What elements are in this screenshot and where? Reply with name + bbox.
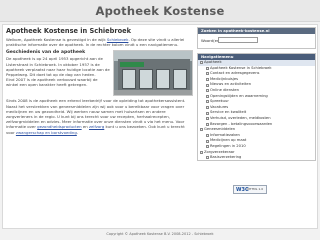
nav-item[interactable]: Basisverzekering — [198, 155, 315, 161]
search-box: Zoeken in apotheek-kostense.nl Woord(en)… — [197, 27, 316, 49]
page-icon — [205, 117, 209, 121]
search-row: Woord(en): — [198, 34, 315, 46]
page-icon — [205, 66, 209, 70]
page: Apotheek Kostense Apotheek Kostense in S… — [0, 0, 320, 240]
site-header: Apotheek Kostense — [0, 0, 320, 22]
nav-item-label: Medicijnen op maat — [210, 138, 247, 143]
page-icon — [205, 83, 209, 87]
page-icon — [205, 89, 209, 93]
page-icon — [205, 72, 209, 76]
pharmacy-photo — [113, 50, 193, 97]
page-title: Apotheek Kostense in Schiebroek — [6, 27, 131, 35]
nav-item-label: Medicijnbuisjes — [210, 76, 239, 81]
nav-item-label: Contact en adresgegevens — [210, 71, 260, 76]
page-icon — [205, 106, 209, 110]
zwangerschap-link[interactable]: zwangerschap en borstvoeding — [16, 130, 77, 135]
page-icon — [205, 100, 209, 104]
page-icon — [205, 94, 209, 98]
page-icon — [205, 139, 209, 143]
nav-item-label: Service en kwaliteit — [210, 110, 247, 115]
page-icon — [205, 145, 209, 149]
body-section: Sinds 2008 is de apotheek een erkend lee… — [6, 96, 193, 134]
footer: Copyright © Apotheek Kostense B.V. 2008-… — [106, 232, 214, 236]
nav-item-label: Geneesmiddelen — [204, 127, 236, 132]
history-section: Geschiedenis van de apotheek De apotheek… — [6, 47, 110, 87]
nav-item-label: Online diensten — [210, 87, 240, 92]
zelfzorg-link[interactable]: zelfzorg — [89, 124, 104, 129]
search-label: Woord(en): — [201, 37, 223, 43]
badge-label: XHTML 1.0 — [247, 187, 264, 191]
nav-item-label: Spreekuur — [210, 99, 229, 104]
navigation-menu: Navigatiemenu Apotheek Apotheek Kostense … — [197, 53, 316, 161]
nav-item-label: Apotheek — [204, 60, 222, 64]
main-column: Apotheek Kostense in Schiebroek Welkom, … — [6, 27, 193, 227]
nav-list: Apotheek Apotheek Kostense in Schiebroek C… — [198, 60, 315, 161]
history-text-2: Eind 2007 is de apotheek verbouwd waarbi… — [6, 77, 98, 88]
nav-item-label: Bezorgen - betalingsvoorwaarden — [210, 121, 273, 126]
sidebar: Zoeken in apotheek-kostense.nl Woord(en)… — [197, 27, 316, 227]
nav-item-label: Apotheek Kostense in Schiebroek — [210, 65, 272, 70]
nav-item-label: Basisverzekering — [210, 155, 242, 160]
expand-toggle-icon — [199, 128, 203, 132]
nav-item-label: Vacatures — [210, 104, 229, 109]
nav-item-label: Nieuws en activiteiten — [210, 82, 252, 87]
nav-item-label: Verhuisd, overleden, meldkosten — [210, 115, 271, 120]
page-icon — [205, 78, 209, 82]
w3c-validation-badge[interactable]: W3C XHTML 1.0 — [233, 185, 267, 194]
nav-item-label: Informatiezaken — [210, 132, 240, 137]
site-title[interactable]: Apotheek Kostense — [0, 4, 320, 18]
content-area: Apotheek Kostense in Schiebroek Welkom, … — [2, 24, 318, 229]
nav-item-label: Openingstijden en waarneming — [210, 93, 268, 98]
history-text: De apotheek is op 24 april 1953 opgerich… — [6, 56, 110, 78]
expand-toggle-icon — [199, 150, 203, 154]
nav-item-label: Zorgverzekeraar — [204, 149, 235, 154]
history-heading: Geschiedenis van de apotheek — [6, 50, 86, 56]
page-icon — [205, 122, 209, 126]
search-input[interactable] — [218, 37, 258, 43]
body-text: Sinds 2008 is de apotheek een erkend lee… — [6, 98, 186, 135]
nav-item-label: Regelingen in 2010 — [210, 143, 246, 148]
page-icon — [205, 156, 209, 160]
intro-text: Welkom, Apotheek Kostense is gevestigd i… — [6, 37, 185, 48]
page-icon — [205, 134, 209, 138]
page-icon — [205, 111, 209, 115]
expand-toggle-icon — [199, 61, 203, 65]
